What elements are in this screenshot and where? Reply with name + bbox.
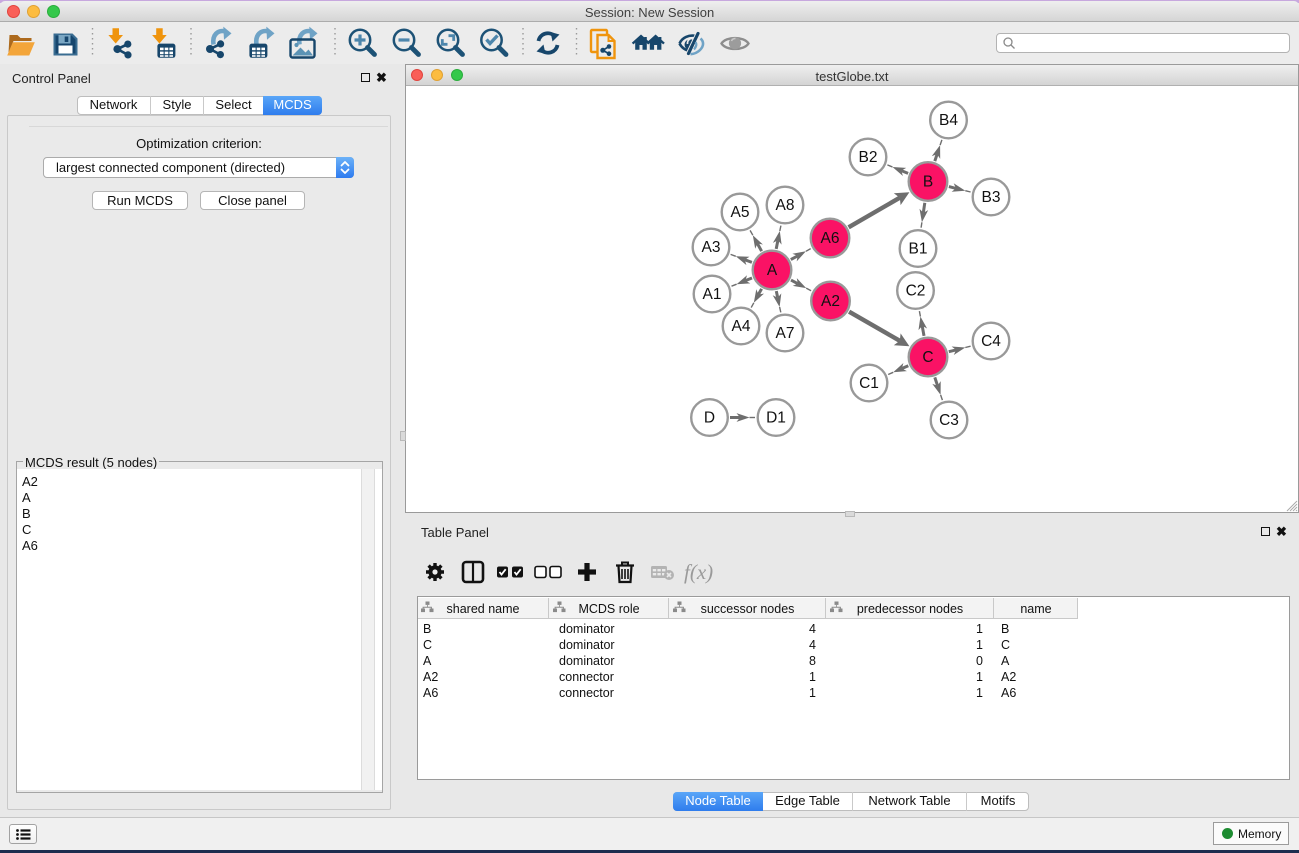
svg-text:B2: B2 xyxy=(859,149,878,166)
svg-text:B4: B4 xyxy=(939,112,958,129)
svg-text:A4: A4 xyxy=(732,318,751,335)
svg-text:D1: D1 xyxy=(766,410,786,427)
svg-text:A3: A3 xyxy=(702,239,721,256)
svg-text:A5: A5 xyxy=(731,204,750,221)
svg-text:C: C xyxy=(922,349,933,366)
svg-text:A: A xyxy=(767,262,778,279)
svg-text:D: D xyxy=(704,410,715,427)
svg-text:A2: A2 xyxy=(821,293,840,310)
svg-text:B: B xyxy=(923,174,933,191)
svg-text:C4: C4 xyxy=(981,333,1001,350)
svg-text:A7: A7 xyxy=(776,325,795,342)
svg-text:A6: A6 xyxy=(821,230,840,247)
svg-text:A8: A8 xyxy=(776,197,795,214)
svg-text:C1: C1 xyxy=(859,375,879,392)
svg-text:B1: B1 xyxy=(909,241,928,258)
svg-text:C2: C2 xyxy=(906,283,926,300)
svg-text:C3: C3 xyxy=(939,412,959,429)
svg-text:B3: B3 xyxy=(982,189,1001,206)
svg-text:A1: A1 xyxy=(703,286,722,303)
